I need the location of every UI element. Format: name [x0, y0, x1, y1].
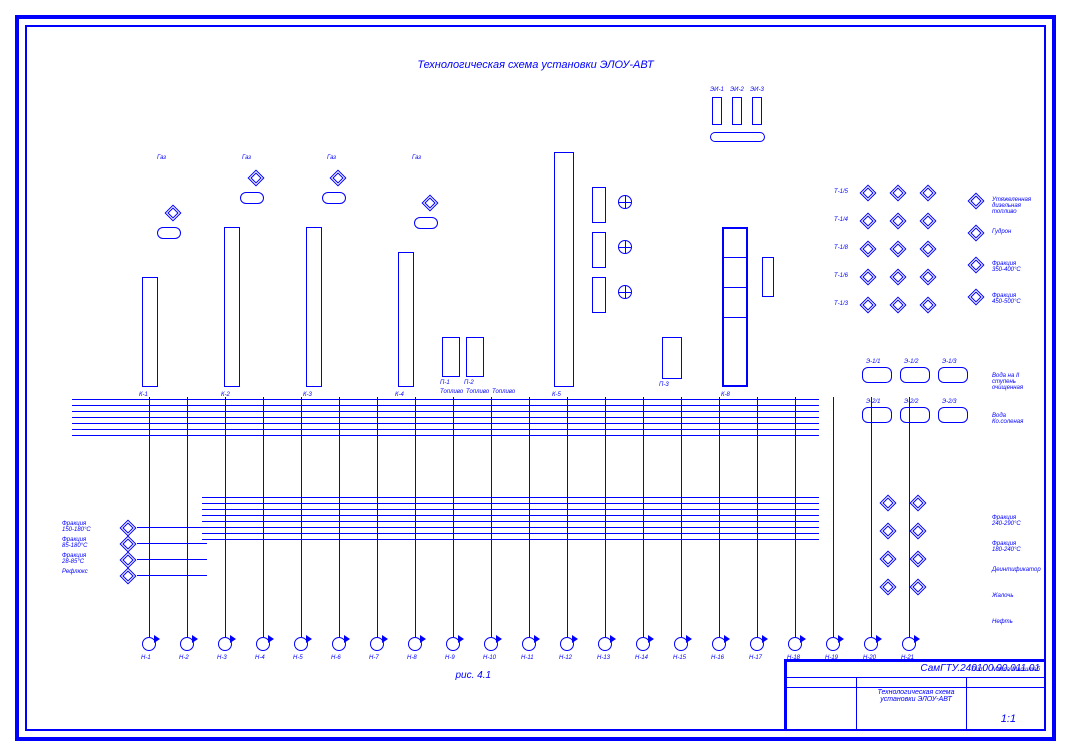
column-k8 — [722, 227, 748, 387]
hx-Т-2/4 — [890, 213, 907, 230]
hx-Т-1/4 — [860, 213, 877, 230]
column-k5 — [554, 152, 574, 387]
hx-Т-2/2 — [910, 551, 927, 568]
pump-Н-16 — [712, 637, 726, 651]
hx-Т-1/3 — [860, 297, 877, 314]
pump-Н-11 — [522, 637, 536, 651]
drawing-title: Технологическая схема установки ЭЛОУ-АВТ — [876, 689, 956, 703]
hx-Т-1/8 — [860, 241, 877, 258]
condenser-xk1 — [165, 205, 182, 222]
hx-Т-1/3 — [880, 523, 897, 540]
hx-Т-2/8 — [890, 241, 907, 258]
hx-Т-2/4 — [910, 495, 927, 512]
column-k3 — [306, 227, 322, 387]
hx-Т-1/6 — [860, 269, 877, 286]
furnace-p1 — [442, 337, 460, 377]
pump-Н-20 — [864, 637, 878, 651]
hx-Т-4/5 — [920, 185, 937, 202]
pump-Н-6 — [332, 637, 346, 651]
hx-Т-2/6 — [890, 269, 907, 286]
column-k2 — [224, 227, 240, 387]
hx-Т-1/7 — [920, 269, 937, 286]
vac-receiver-k81 — [762, 257, 774, 297]
pump-Н-4 — [256, 637, 270, 651]
pump-Н-9 — [446, 637, 460, 651]
furnace-p2 — [466, 337, 484, 377]
pump-Н-10 — [484, 637, 498, 651]
reflux-drum-e2 — [240, 192, 264, 204]
hx-Т-2/5 — [890, 185, 907, 202]
desalter-Э-1/1 — [862, 367, 892, 383]
title-block: СамГТУ.240100.90.011.01 Технологическая … — [784, 659, 1044, 729]
pump-Н-19 — [826, 637, 840, 651]
pump-Н-14 — [636, 637, 650, 651]
desalter-Э-2/2 — [900, 407, 930, 423]
hx-Т-2/7 — [920, 241, 937, 258]
pump-Н-1 — [142, 637, 156, 651]
hx-Т-4/4 — [920, 213, 937, 230]
main-title: Технологическая схема установки ЭЛОУ-АВТ — [417, 59, 653, 71]
pump-Н-18 — [788, 637, 802, 651]
column-k4 — [398, 252, 414, 387]
desalter-Э-1/2 — [900, 367, 930, 383]
pump-Н-15 — [674, 637, 688, 651]
hx-Т-2/3 — [910, 523, 927, 540]
stripper-k6-2 — [592, 232, 606, 268]
desalter-Э-2/3 — [938, 407, 968, 423]
pump-Н-5 — [294, 637, 308, 651]
sheet-number: 1:1 — [1001, 713, 1016, 725]
hx-Т-1/2 — [880, 551, 897, 568]
reflux-drum-e1 — [157, 227, 181, 239]
furnace-p3 — [662, 337, 682, 379]
hx-Т-1/1 — [880, 579, 897, 596]
hx-Т-1/5 — [860, 185, 877, 202]
pump-Н-13 — [598, 637, 612, 651]
figure-label: рис. 4.1 — [456, 670, 492, 681]
pump-Н-12 — [560, 637, 574, 651]
pump-Н-17 — [750, 637, 764, 651]
hx-Т-1/4 — [880, 495, 897, 512]
column-k1 — [142, 277, 158, 387]
pump-Н-8 — [408, 637, 422, 651]
schematic-area: /*placeholder*/ Н-1Н-2Н-3Н-4Н-5Н-6Н-7Н-8… — [62, 77, 1009, 639]
pump-Н-7 — [370, 637, 384, 651]
stripper-k6-1 — [592, 187, 606, 223]
pump-Н-3 — [218, 637, 232, 651]
desalter-Э-2/1 — [862, 407, 892, 423]
hx-Т-2/3 — [890, 297, 907, 314]
stripper-k6-3 — [592, 277, 606, 313]
hx-Т-3/3 — [920, 297, 937, 314]
pump-Н-21 — [902, 637, 916, 651]
desalter-Э-1/3 — [938, 367, 968, 383]
hx-Т-2/1 — [910, 579, 927, 596]
pump-Н-2 — [180, 637, 194, 651]
